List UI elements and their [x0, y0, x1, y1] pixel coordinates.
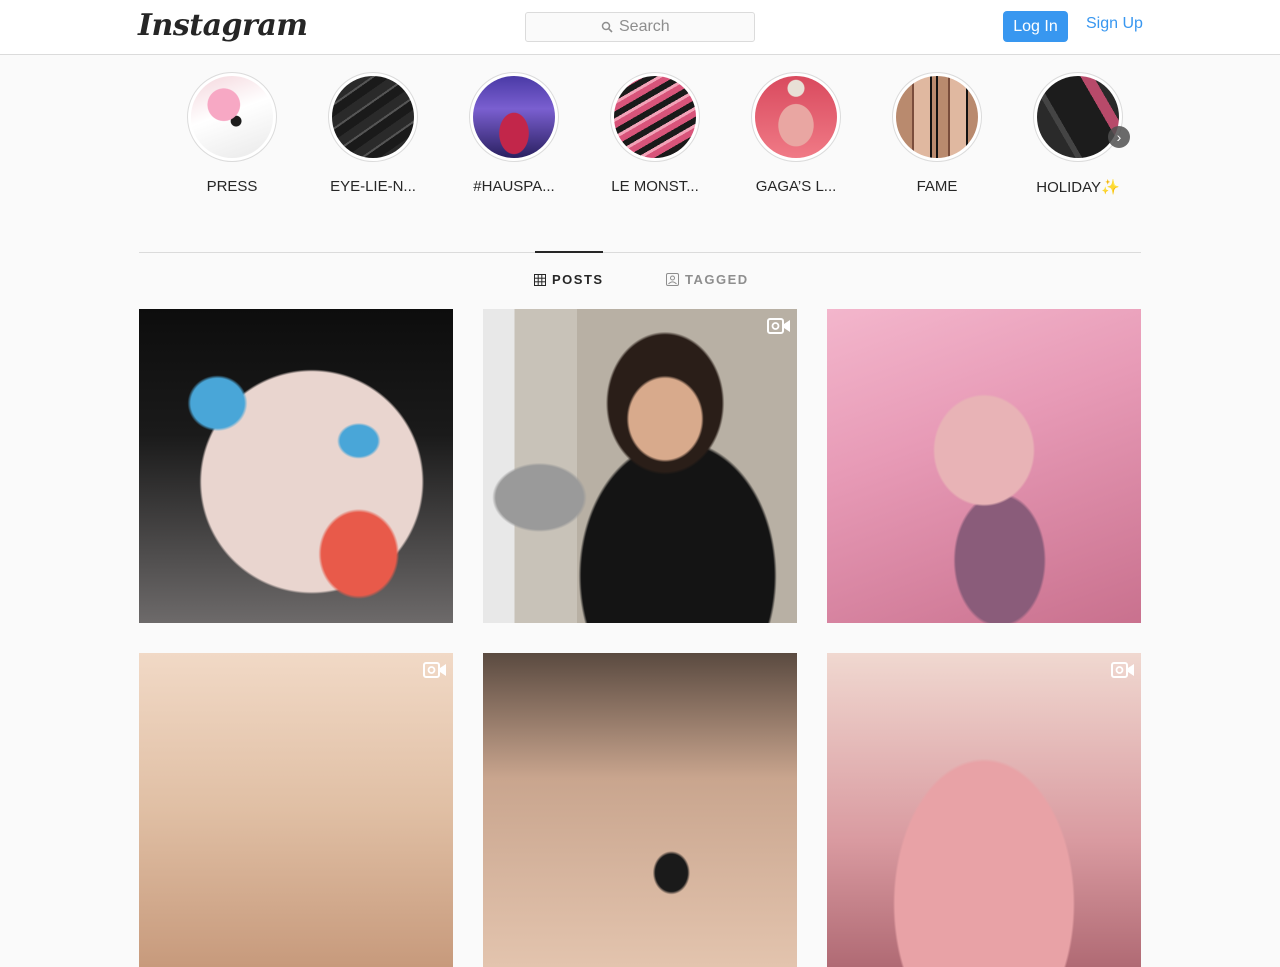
highlight-hausparty[interactable]: #HAUSPA...	[454, 70, 574, 195]
highlight-ring	[328, 72, 418, 162]
tab-posts[interactable]: POSTS	[534, 272, 604, 287]
highlight-ring	[187, 72, 277, 162]
tabs-divider	[139, 252, 1141, 253]
post-thumbnail[interactable]	[827, 309, 1141, 623]
video-camera-icon	[1111, 662, 1134, 678]
highlight-eye-lie-ner[interactable]: EYE-LIE-N...	[313, 70, 433, 195]
video-camera-icon	[423, 662, 446, 678]
highlight-label: HOLIDAY✨	[1036, 179, 1120, 196]
story-highlights: PRESS EYE-LIE-N... #HAUSPA... LE MONST..…	[176, 70, 1136, 200]
highlight-ring	[469, 72, 559, 162]
highlight-ring	[751, 72, 841, 162]
highlight-ring	[1033, 72, 1123, 162]
highlight-cover-image	[473, 76, 555, 158]
tab-tagged[interactable]: TAGGED	[666, 272, 749, 287]
highlight-le-monster[interactable]: LE MONST...	[595, 70, 715, 195]
highlight-cover-image	[614, 76, 696, 158]
highlight-cover-image	[755, 76, 837, 158]
highlight-gagas-lab[interactable]: GAGA’S L...	[736, 70, 856, 195]
instagram-logo[interactable]: Instagram	[138, 8, 308, 43]
highlight-cover-image	[332, 76, 414, 158]
highlight-label: EYE-LIE-N...	[330, 178, 416, 195]
tab-posts-label: POSTS	[552, 272, 604, 287]
post-thumbnail[interactable]	[483, 653, 797, 967]
search-box[interactable]	[525, 12, 755, 42]
sign-up-link[interactable]: Sign Up	[1086, 15, 1143, 33]
tagged-user-icon	[666, 273, 679, 286]
log-in-button[interactable]: Log In	[1003, 11, 1068, 42]
highlight-ring	[892, 72, 982, 162]
search-icon	[601, 21, 613, 33]
top-navigation-bar: Instagram Log In Sign Up	[0, 0, 1280, 55]
highlight-label: PRESS	[206, 178, 258, 195]
highlight-label: FAME	[916, 178, 958, 195]
highlight-label: #HAUSPA...	[473, 178, 555, 195]
highlight-cover-image	[191, 76, 273, 158]
highlight-cover-image	[1037, 76, 1119, 158]
post-thumbnail[interactable]	[483, 309, 797, 623]
highlight-label: GAGA’S L...	[755, 178, 837, 195]
highlight-press[interactable]: PRESS	[172, 70, 292, 195]
highlight-cover-image	[896, 76, 978, 158]
tab-tagged-label: TAGGED	[685, 272, 749, 287]
search-input[interactable]	[619, 18, 679, 36]
highlight-label: LE MONST...	[611, 178, 699, 195]
grid-icon	[534, 273, 546, 286]
chevron-right-icon[interactable]: ›	[1108, 126, 1130, 148]
active-tab-indicator	[535, 251, 603, 253]
highlight-ring	[610, 72, 700, 162]
video-camera-icon	[767, 318, 790, 334]
highlight-fame[interactable]: FAME	[877, 70, 997, 195]
post-thumbnail[interactable]	[827, 653, 1141, 967]
post-thumbnail[interactable]	[139, 309, 453, 623]
post-thumbnail[interactable]	[139, 653, 453, 967]
